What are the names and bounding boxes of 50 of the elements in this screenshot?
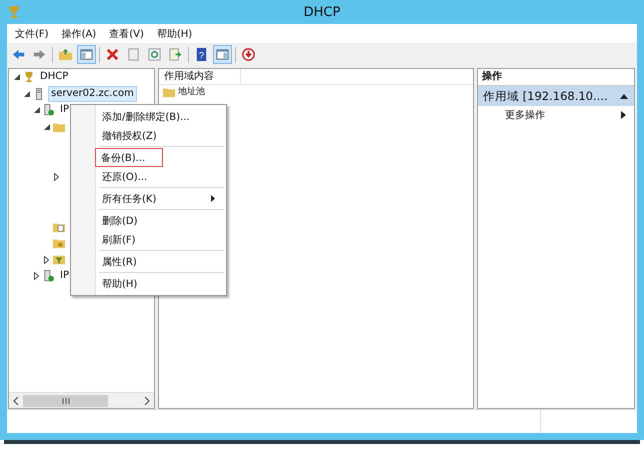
folder-document-icon <box>53 220 65 233</box>
pane-toggle-icon[interactable] <box>214 46 231 63</box>
expanded-arrow-icon[interactable] <box>14 74 20 80</box>
menu-item[interactable]: 属性(R) <box>73 252 224 271</box>
section-title: 作用域 [192.168.10.... <box>483 88 608 104</box>
collapsed-arrow-icon[interactable] <box>54 172 59 181</box>
list-item[interactable]: 地址池 <box>178 85 205 98</box>
horizontal-scrollbar[interactable] <box>9 392 154 408</box>
menu-item[interactable]: 操作(A) <box>62 26 96 40</box>
menu-item[interactable]: 添加/删除绑定(B)... <box>73 107 224 126</box>
folder-up-icon[interactable] <box>57 46 74 63</box>
server-icon <box>33 88 45 100</box>
tree-item[interactable]: server02.zc.com <box>48 86 137 102</box>
trophy-icon <box>23 71 35 84</box>
menu-item[interactable]: 刷新(F) <box>73 230 224 249</box>
actions-section-header[interactable]: 作用域 [192.168.10.... <box>478 86 634 106</box>
action-link[interactable]: 更多操作 <box>505 108 545 122</box>
server-check-icon <box>43 104 55 116</box>
scroll-thumb[interactable] <box>23 394 108 406</box>
menu-item[interactable]: 文件(F) <box>15 26 49 40</box>
menu-item[interactable]: 帮助(H) <box>156 26 192 40</box>
menu-item[interactable]: 撤销授权(Z) <box>73 126 224 145</box>
expanded-arrow-icon[interactable] <box>44 124 50 130</box>
folder-icon <box>53 121 65 134</box>
refresh-icon[interactable] <box>146 46 163 63</box>
tree-item[interactable]: IP <box>58 269 71 284</box>
down-arrow-circle-icon[interactable] <box>240 46 257 63</box>
expanded-arrow-icon[interactable] <box>24 90 30 97</box>
folder-icon <box>163 86 175 98</box>
pane-toggle-icon[interactable] <box>78 46 95 63</box>
column-header[interactable]: 作用域内容 <box>159 69 241 84</box>
menu-item[interactable]: 查看(V) <box>109 26 144 40</box>
tree-item[interactable]: IP <box>58 103 71 118</box>
menu-item[interactable]: 所有任务(K) <box>73 189 224 208</box>
collapsed-arrow-icon[interactable] <box>44 256 49 264</box>
menu-item[interactable]: 备份(B)... <box>95 148 163 167</box>
collapse-caret-icon[interactable] <box>620 94 628 98</box>
folder-lock-icon <box>53 237 65 250</box>
delete-icon[interactable] <box>104 46 121 63</box>
filter-icon <box>53 254 65 266</box>
collapsed-arrow-icon[interactable] <box>34 272 39 280</box>
menu-item[interactable]: 还原(O)... <box>73 167 224 186</box>
menu-item[interactable]: 帮助(H) <box>73 274 224 293</box>
tree-item[interactable]: DHCP <box>38 70 70 84</box>
server-check-icon <box>43 270 55 282</box>
window-title: DHCP <box>304 4 340 20</box>
trophy-icon <box>8 5 20 19</box>
export-icon[interactable] <box>167 46 184 63</box>
expanded-arrow-icon[interactable] <box>34 107 40 114</box>
menu-item[interactable]: 删除(D) <box>73 211 224 230</box>
